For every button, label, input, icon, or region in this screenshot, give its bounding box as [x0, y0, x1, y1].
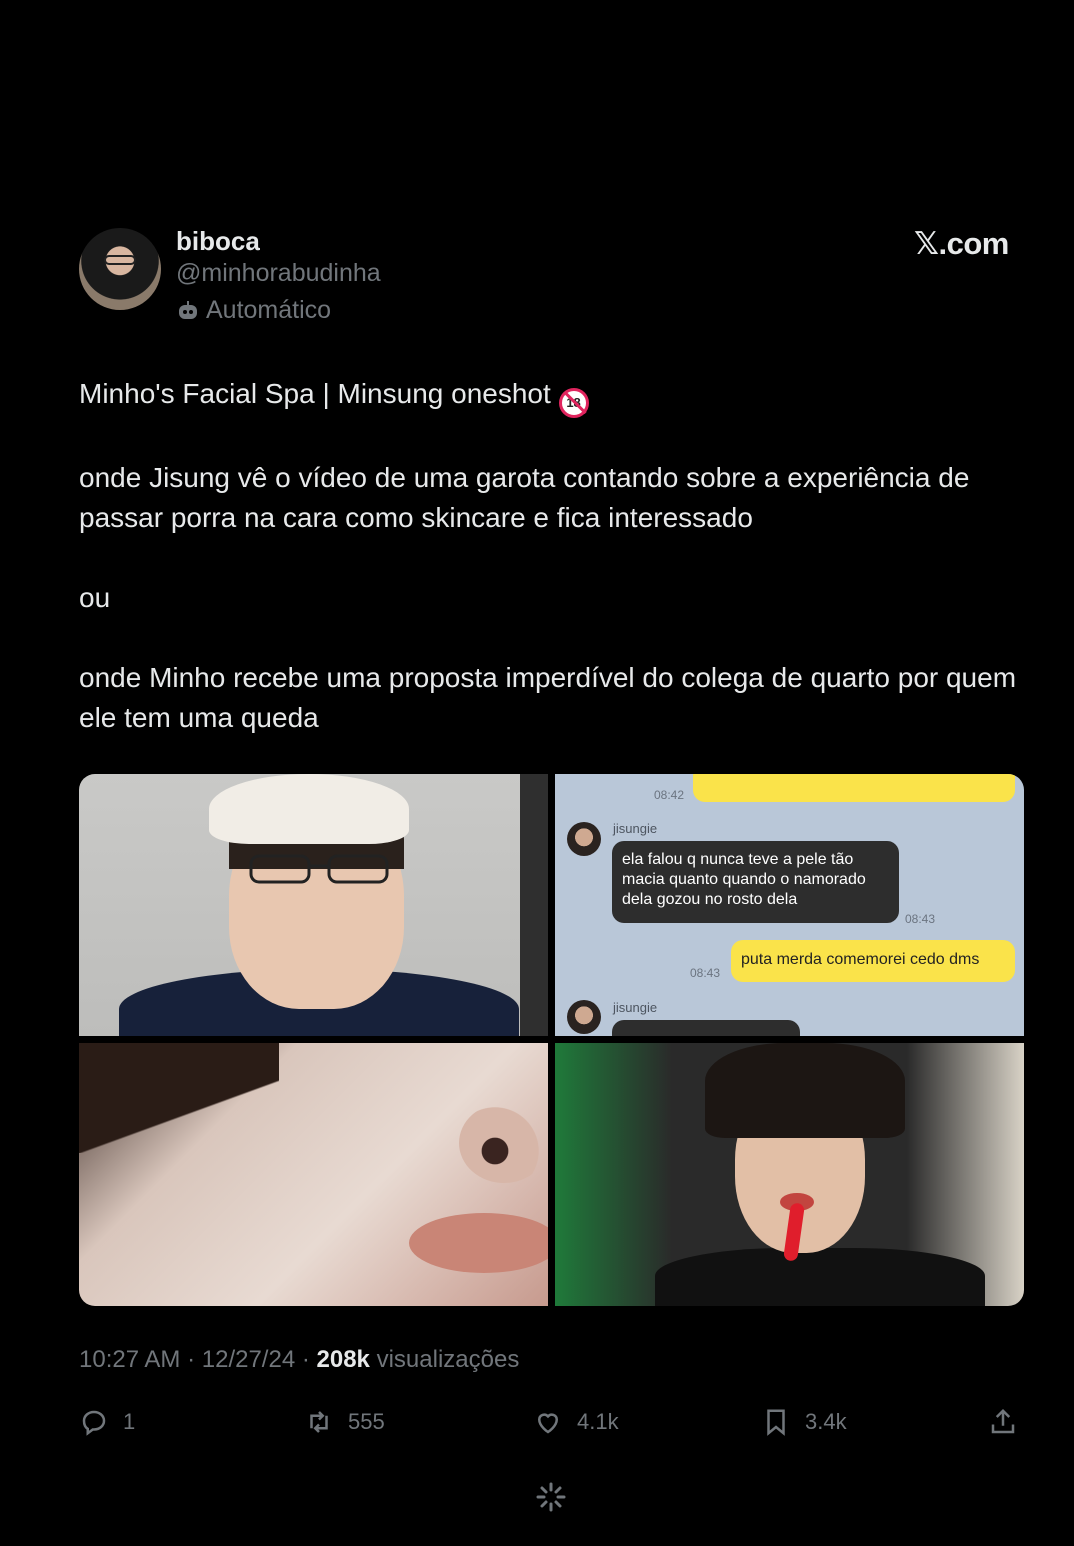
retweet-button[interactable]: 555	[304, 1400, 385, 1444]
chat-sender-name: jisungie	[613, 821, 658, 836]
chat-sender-name: jisungie	[613, 1000, 658, 1015]
photo-cap	[209, 774, 409, 844]
tweet-meta: 10:27 AM · 12/27/24 · 208k visualizações	[79, 1346, 519, 1374]
tweet-paragraph: onde Minho recebe uma proposta imperdíve…	[79, 662, 1017, 733]
tweet-title: Minho's Facial Spa | Minsung oneshot	[79, 378, 551, 409]
automated-label-row: Automático	[176, 296, 331, 325]
bookmark-button[interactable]: 3.4k	[761, 1400, 847, 1444]
like-button[interactable]: 4.1k	[533, 1400, 619, 1444]
chat-timestamp: 08:43	[905, 912, 936, 926]
reply-count: 1	[123, 1409, 136, 1434]
photo-nose	[459, 1103, 548, 1183]
no-under-18-icon: 18	[558, 388, 589, 418]
photo-hair	[705, 1043, 905, 1138]
chat-bubble-partial	[693, 774, 1015, 802]
chat-message-sent: puta merda comemorei cedo dms	[731, 940, 1015, 982]
automated-label: Automático	[206, 296, 332, 324]
photo-door	[520, 774, 548, 1036]
media-photo-3[interactable]	[79, 1043, 548, 1306]
tweet-paragraph: ou	[79, 582, 111, 613]
avatar[interactable]	[79, 228, 161, 310]
photo-hair	[79, 1043, 279, 1153]
loading-spinner-icon	[536, 1482, 566, 1512]
tweet-date[interactable]: 12/27/24	[202, 1346, 295, 1373]
chat-avatar	[567, 1000, 601, 1034]
meta-separator: ·	[187, 1346, 202, 1373]
chat-message-received: ela falou q nunca teve a pele tão macia …	[612, 841, 899, 923]
media-chat-screenshot[interactable]: 08:42 jisungie ela falou q nunca teve a …	[555, 774, 1024, 1036]
chat-timestamp: 08:42	[654, 788, 685, 802]
tweet-time[interactable]: 10:27 AM	[79, 1346, 180, 1373]
share-icon	[991, 1408, 1015, 1434]
meta-separator: ·	[301, 1346, 317, 1373]
action-bar: 1 555 4.1k 3.4k	[79, 1400, 1024, 1444]
heart-icon	[537, 1413, 559, 1434]
reply-icon	[82, 1410, 106, 1436]
photo-lips	[409, 1213, 548, 1273]
bookmark-icon	[767, 1409, 785, 1436]
bot-icon	[179, 300, 197, 319]
retweet-icon	[310, 1411, 328, 1433]
display-name[interactable]: biboca	[176, 226, 260, 257]
chat-timestamp: 08:43	[690, 966, 721, 980]
media-grid: 08:42 jisungie ela falou q nunca teve a …	[79, 774, 1024, 1306]
retweet-count: 555	[348, 1409, 385, 1434]
chat-avatar	[567, 822, 601, 856]
share-button[interactable]	[988, 1400, 1018, 1444]
views-count: 208k	[316, 1346, 370, 1373]
reply-button[interactable]: 1	[79, 1400, 135, 1444]
photo-shirt	[655, 1248, 985, 1306]
views-label: visualizações	[376, 1346, 520, 1373]
tweet-paragraph: onde Jisung vê o vídeo de uma garota con…	[79, 462, 970, 533]
site-logo: 𝕏.com	[914, 226, 1009, 261]
photo-glasses	[249, 854, 389, 884]
media-photo-4[interactable]	[555, 1043, 1024, 1306]
avatar-glasses	[104, 255, 136, 265]
chat-bubble-partial	[612, 1020, 800, 1036]
media-photo-1[interactable]	[79, 774, 548, 1036]
tweet-text: Minho's Facial Spa | Minsung oneshot 18 …	[79, 374, 1029, 738]
bookmark-count: 3.4k	[805, 1409, 847, 1434]
user-handle[interactable]: @minhorabudinha	[176, 259, 381, 288]
like-count: 4.1k	[577, 1409, 619, 1434]
tweet-line-title: Minho's Facial Spa | Minsung oneshot 18	[79, 374, 1029, 418]
